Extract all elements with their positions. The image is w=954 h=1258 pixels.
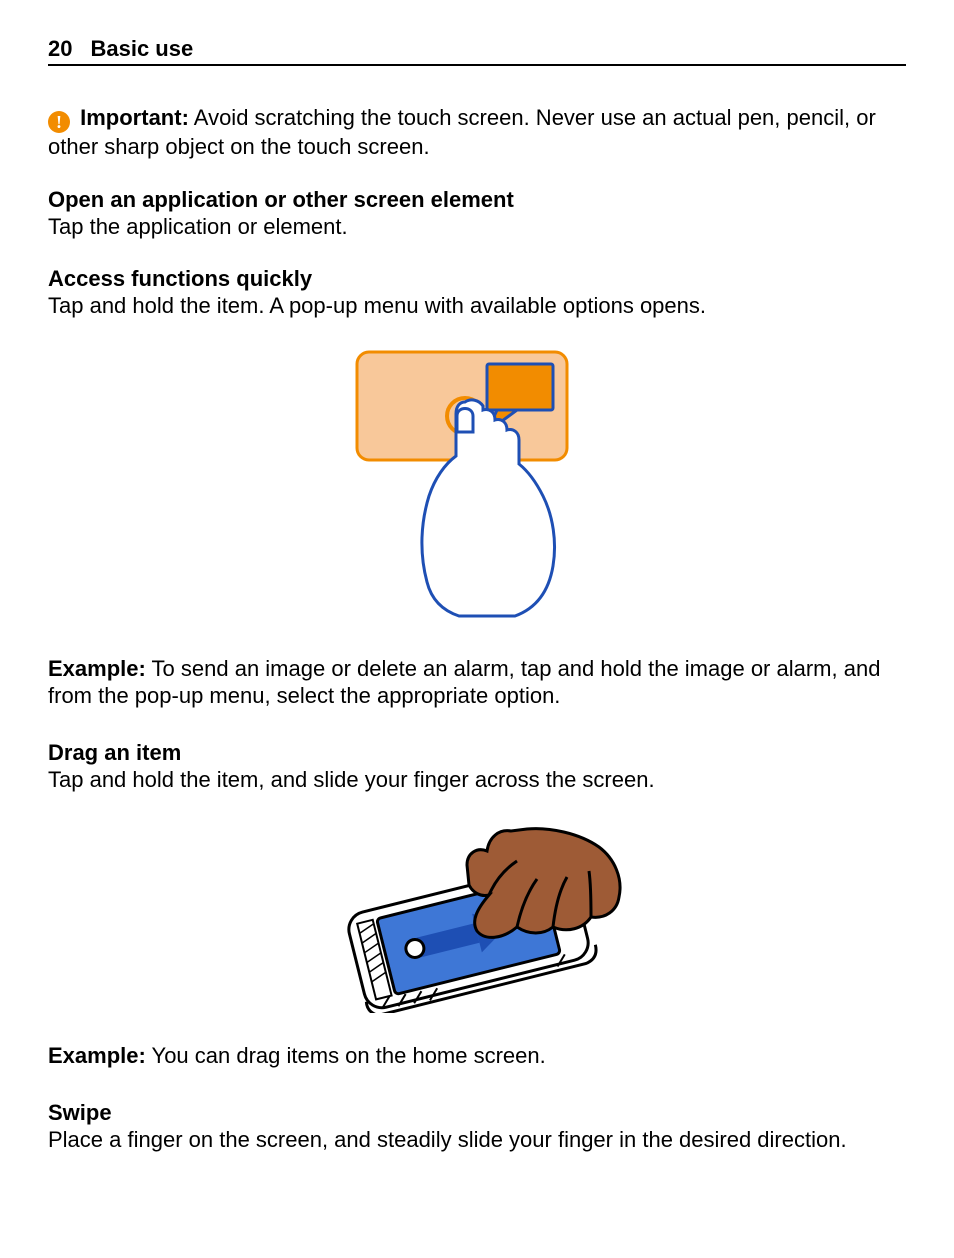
important-note: ! Important: Avoid scratching the touch … xyxy=(48,104,906,161)
document-page: 20 Basic use ! Important: Avoid scratchi… xyxy=(0,0,954,1258)
section-title: Basic use xyxy=(90,36,193,62)
drag-illustration xyxy=(48,819,906,1018)
tap-hold-illustration xyxy=(48,346,906,631)
access-functions-block: Access functions quickly Tap and hold th… xyxy=(48,266,906,320)
page-number: 20 xyxy=(48,36,72,62)
open-app-heading: Open an application or other screen elem… xyxy=(48,187,906,213)
page-header: 20 Basic use xyxy=(48,36,906,66)
open-app-text: Tap the application or element. xyxy=(48,213,906,241)
example1-text: To send an image or delete an alarm, tap… xyxy=(48,656,880,709)
open-app-block: Open an application or other screen elem… xyxy=(48,187,906,241)
drag-text: Tap and hold the item, and slide your fi… xyxy=(48,766,906,794)
access-functions-text: Tap and hold the item. A pop-up menu wit… xyxy=(48,292,906,320)
important-icon: ! xyxy=(48,111,70,133)
example1-label: Example: xyxy=(48,656,146,681)
swipe-heading: Swipe xyxy=(48,1100,906,1126)
swipe-block: Swipe Place a finger on the screen, and … xyxy=(48,1100,906,1154)
example2-label: Example: xyxy=(48,1043,146,1068)
example-drag: Example: You can drag items on the home … xyxy=(48,1042,906,1070)
drag-heading: Drag an item xyxy=(48,740,906,766)
drag-illustration-svg xyxy=(327,823,627,1013)
example-tap-hold: Example: To send an image or delete an a… xyxy=(48,655,906,710)
swipe-text: Place a finger on the screen, and steadi… xyxy=(48,1126,906,1154)
important-label: Important: xyxy=(80,105,189,130)
tap-hold-illustration-svg xyxy=(347,346,607,626)
access-functions-heading: Access functions quickly xyxy=(48,266,906,292)
drag-block: Drag an item Tap and hold the item, and … xyxy=(48,740,906,794)
example2-text: You can drag items on the home screen. xyxy=(152,1043,546,1068)
